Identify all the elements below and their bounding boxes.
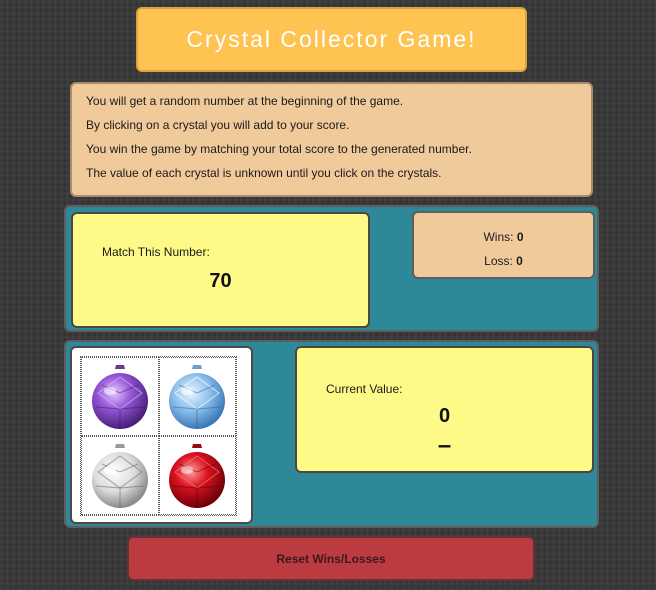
match-number-box: Match This Number: 70: [71, 212, 370, 328]
scoreboard: Wins: 0 Loss: 0: [412, 211, 595, 279]
match-label: Match This Number:: [102, 245, 210, 259]
instruction-line: You will get a random number at the begi…: [86, 94, 404, 108]
target-number: 70: [209, 270, 232, 292]
current-value-label: Current Value:: [326, 382, 403, 396]
title-banner: Crystal Collector Game!: [136, 7, 527, 72]
purple-crystal-icon: [91, 364, 148, 429]
target-panel: Match This Number: 70 Wins: 0 Loss: 0: [64, 205, 599, 332]
current-value-dash: –: [437, 432, 452, 459]
reset-wins-losses-button[interactable]: Reset Wins/Losses: [127, 536, 535, 581]
page-title: Crystal Collector Game!: [186, 26, 477, 52]
crystal-purple-button[interactable]: [81, 357, 159, 436]
crystal-clear-button[interactable]: [81, 436, 159, 515]
instruction-line: You win the game by matching your total …: [86, 142, 472, 156]
play-panel: Current Value: 0 –: [64, 340, 599, 528]
crystal-blue-button[interactable]: [158, 357, 236, 436]
current-value-box: Current Value: 0 –: [295, 346, 594, 473]
loss-count: 0: [516, 254, 523, 268]
wins-line: Wins: 0: [414, 230, 593, 244]
red-crystal-icon: [169, 443, 226, 508]
instruction-line: By clicking on a crystal you will add to…: [86, 118, 350, 132]
wins-label: Wins:: [483, 230, 514, 244]
current-value: 0: [438, 405, 451, 427]
loss-label: Loss:: [484, 254, 513, 268]
instructions-panel: You will get a random number at the begi…: [70, 82, 593, 197]
crystal-container: [70, 346, 253, 524]
loss-line: Loss: 0: [414, 254, 593, 268]
blue-crystal-icon: [169, 364, 226, 429]
crystal-red-button[interactable]: [158, 436, 236, 515]
instruction-line: The value of each crystal is unknown unt…: [86, 166, 442, 180]
clear-crystal-icon: [91, 443, 148, 508]
crystal-grid: [80, 356, 237, 516]
wins-count: 0: [516, 230, 524, 244]
